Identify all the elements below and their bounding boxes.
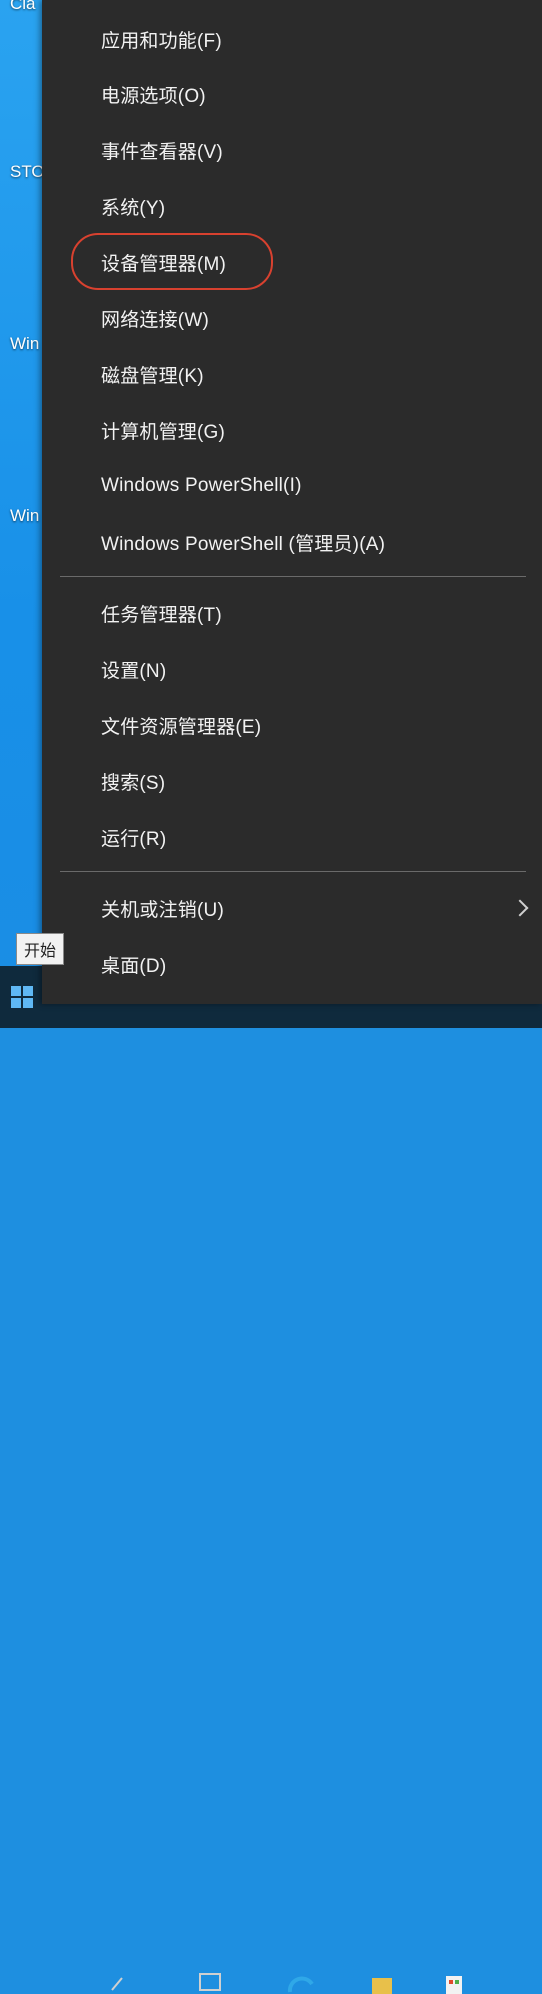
winx-context-menu: 应用和功能(F) 电源选项(O) 事件查看器(V) 系统(Y) 设备管理器(M)… [42,0,542,1004]
menu-item-label: Windows PowerShell(I) [101,475,302,496]
menu-item-label: 运行(R) [101,828,167,850]
menu-item-search[interactable]: 搜索(S) [42,755,542,807]
desktop-icon-label[interactable]: STO [10,162,45,182]
menu-item-label: 事件查看器(V) [101,141,223,163]
menu-item-settings[interactable]: 设置(N) [42,643,542,695]
desktop-icon-label[interactable]: Win [10,334,39,354]
menu-item-label: 文件资源管理器(E) [101,716,262,738]
desktop-icon-label[interactable]: Cla [10,0,36,14]
menu-item-powershell-admin[interactable]: Windows PowerShell (管理员)(A) [42,516,542,568]
menu-item-label: Windows PowerShell (管理员)(A) [101,533,386,555]
menu-item-label: 关机或注销(U) [101,899,224,921]
taskbar-app-icon[interactable] [108,1966,136,1994]
menu-item-system[interactable]: 系统(Y) [42,180,542,232]
menu-item-label: 设备管理器(M) [101,253,227,275]
menu-item-computer-management[interactable]: 计算机管理(G) [42,404,542,456]
menu-item-network-connections[interactable]: 网络连接(W) [42,292,542,344]
store-icon[interactable] [440,1966,468,1994]
menu-item-apps-features[interactable]: 应用和功能(F) [42,13,542,65]
chevron-right-icon [511,899,529,917]
menu-item-event-viewer[interactable]: 事件查看器(V) [42,124,542,176]
menu-item-label: 应用和功能(F) [101,30,222,52]
menu-separator [60,871,526,872]
menu-item-desktop[interactable]: 桌面(D) [42,938,542,990]
menu-item-disk-management[interactable]: 磁盘管理(K) [42,348,542,400]
menu-item-powershell[interactable]: Windows PowerShell(I) [42,460,542,512]
menu-separator [60,576,526,577]
menu-item-file-explorer[interactable]: 文件资源管理器(E) [42,699,542,751]
menu-item-label: 网络连接(W) [101,309,209,331]
start-tooltip: 开始 [16,933,65,965]
file-explorer-icon[interactable] [368,1966,396,1994]
menu-item-shutdown-signout[interactable]: 关机或注销(U) [42,882,542,934]
menu-item-label: 搜索(S) [101,772,166,794]
task-view-icon[interactable] [196,1966,224,1994]
desktop-icon-label[interactable]: Win [10,506,39,526]
menu-item-label: 系统(Y) [101,197,166,219]
start-button[interactable] [0,966,44,1028]
menu-item-label: 计算机管理(G) [101,421,226,443]
menu-item-label: 设置(N) [101,660,167,682]
menu-item-label: 电源选项(O) [101,85,206,107]
windows-logo-icon [11,986,33,1008]
menu-item-label: 任务管理器(T) [101,604,222,626]
menu-item-run[interactable]: 运行(R) [42,811,542,863]
menu-item-label: 磁盘管理(K) [101,365,204,387]
menu-item-label: 桌面(D) [101,955,167,977]
menu-item-task-manager[interactable]: 任务管理器(T) [42,587,542,639]
edge-icon[interactable] [286,1966,314,1994]
menu-item-power-options[interactable]: 电源选项(O) [42,68,542,120]
menu-item-device-manager[interactable]: 设备管理器(M) [42,236,542,288]
